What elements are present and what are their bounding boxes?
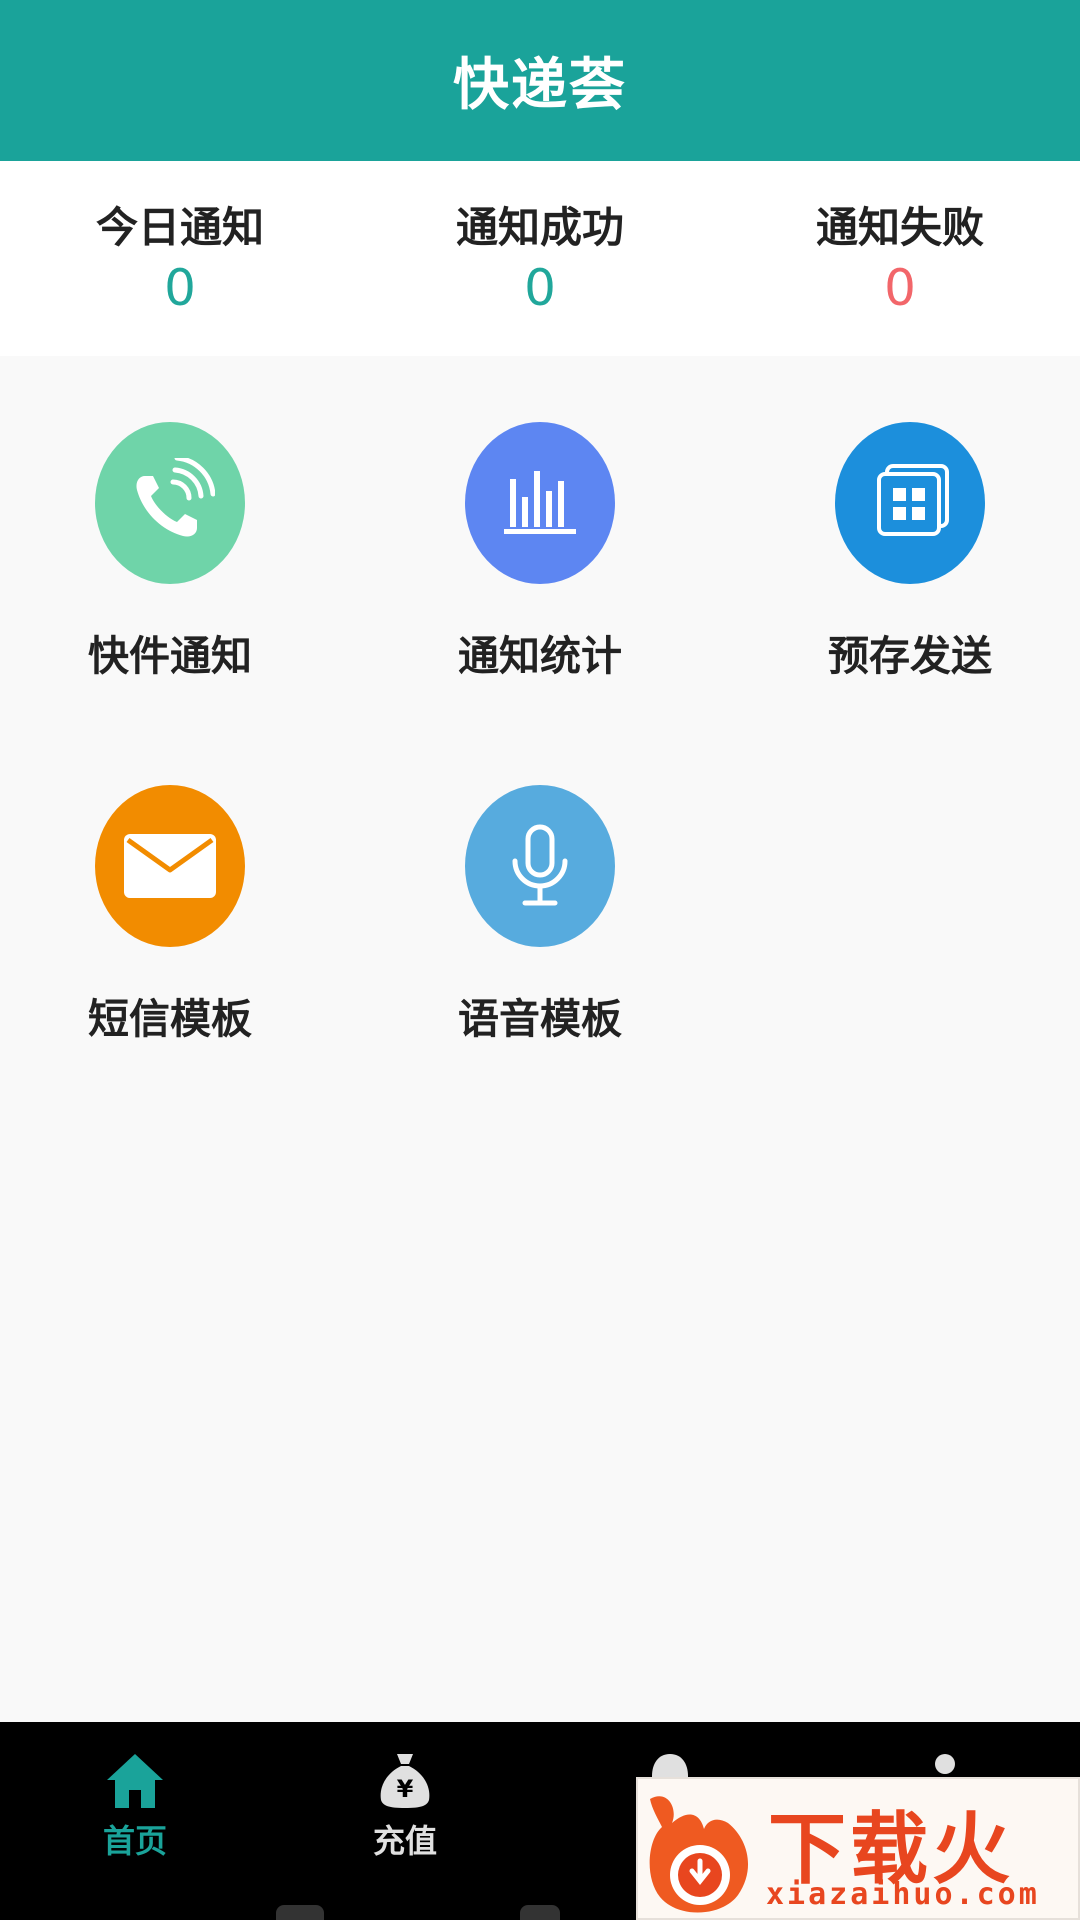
watermark-text-en: xiazaihuo.com [766,1877,1040,1912]
home-icon [107,1754,163,1808]
feature-icon-bg [95,422,245,584]
screen: 快递荟 今日通知 0 通知成功 0 通知失败 0 快件通知 通知统计 预存发送 … [0,0,1080,1920]
feature-notify-stats[interactable]: 通知统计 [390,422,690,682]
stat-today-notify[interactable]: 今日通知 0 [0,161,360,356]
stat-label: 今日通知 [95,203,264,252]
nav-label: 首页 [102,1822,167,1860]
stat-value: 0 [524,259,556,317]
bar-chart-icon [504,471,576,534]
system-nav-stub [276,1905,324,1920]
feature-icon-bg [465,422,615,584]
phone-call-icon [136,458,215,537]
nav-item-home[interactable]: 首页 [65,1750,205,1862]
svg-text:¥: ¥ [397,1775,414,1803]
stat-value: 0 [164,259,196,317]
stat-notify-failed[interactable]: 通知失败 0 [720,161,1080,356]
feature-parcel-notify[interactable]: 快件通知 [20,422,320,682]
feature-prestore-send[interactable]: 预存发送 [760,422,1060,682]
feature-label: 短信模板 [88,995,252,1043]
feature-label: 通知统计 [458,632,622,680]
feature-icon-bg [465,785,615,947]
feature-label: 语音模板 [458,995,622,1043]
feature-sms-template[interactable]: 短信模板 [20,785,320,1045]
feature-label: 快件通知 [88,632,252,680]
feature-label: 预存发送 [828,632,992,680]
money-bag-icon: ¥ [380,1754,430,1808]
stat-value: 0 [884,259,916,317]
stat-label: 通知失败 [815,203,984,252]
grid-stack-icon [877,464,949,536]
page-title: 快递荟 [453,53,627,118]
nav-item-recharge[interactable]: ¥ 充值 [335,1750,475,1862]
app-header: 快递荟 [0,0,1080,161]
feature-icon-bg [835,422,985,584]
stat-notify-success[interactable]: 通知成功 0 [360,161,720,356]
feature-icon-bg [95,785,245,947]
stats-bar: 今日通知 0 通知成功 0 通知失败 0 [0,161,1080,356]
system-nav-stub [520,1905,560,1920]
microphone-icon [512,824,568,906]
flame-logo-icon [649,1796,749,1913]
watermark: 下载火 xiazaihuo.com [636,1777,1080,1920]
feature-voice-template[interactable]: 语音模板 [390,785,690,1045]
nav-label: 充值 [372,1822,437,1860]
envelope-icon [124,834,216,898]
stat-label: 通知成功 [455,203,624,252]
